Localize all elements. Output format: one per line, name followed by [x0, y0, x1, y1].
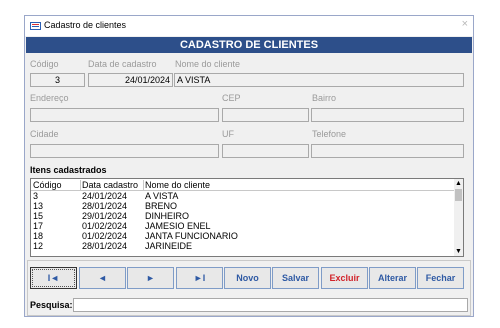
uf-label: UF	[222, 129, 234, 139]
row-nome: DINHEIRO	[145, 211, 190, 221]
codigo-field[interactable]: 3	[30, 73, 85, 87]
row-nome: JARINEIDE	[145, 241, 193, 251]
cep-field[interactable]	[222, 108, 309, 122]
column-header-data[interactable]: Data cadastro	[82, 180, 138, 190]
scroll-thumb[interactable]	[455, 189, 462, 201]
codigo-label: Código	[30, 59, 59, 69]
new-button[interactable]: Novo	[224, 267, 271, 289]
list-header-row: Código Data cadastro Nome do cliente	[31, 180, 456, 190]
list-row[interactable]: 13 28/01/2024 BRENO	[31, 201, 456, 211]
title-bar: Cadastro de clientes ×	[25, 16, 473, 36]
endereco-label: Endereço	[30, 93, 69, 103]
row-codigo: 17	[33, 221, 44, 231]
row-codigo: 3	[33, 191, 39, 201]
clients-list[interactable]: Código Data cadastro Nome do cliente 3 2…	[30, 178, 464, 257]
list-row[interactable]: 17 01/02/2024 JAMESIO ENEL	[31, 221, 456, 231]
previous-record-button[interactable]: ◄	[79, 267, 126, 289]
first-record-button[interactable]: I◄	[30, 267, 77, 289]
close-icon[interactable]: ×	[462, 18, 468, 30]
uf-field[interactable]	[222, 144, 309, 158]
column-divider	[80, 180, 81, 190]
next-record-button[interactable]: ►	[127, 267, 174, 289]
cidade-label: Cidade	[30, 129, 59, 139]
row-data: 28/01/2024	[82, 201, 128, 211]
row-nome: JANTA FUNCIONARIO	[145, 231, 238, 241]
last-record-button[interactable]: ►I	[176, 267, 223, 289]
search-input[interactable]	[73, 298, 468, 312]
row-data: 01/02/2024	[82, 221, 128, 231]
bairro-field[interactable]	[311, 108, 464, 122]
bairro-label: Bairro	[312, 93, 337, 103]
list-row[interactable]: 18 01/02/2024 JANTA FUNCIONARIO	[31, 231, 456, 241]
list-row[interactable]: 3 24/01/2024 A VISTA	[31, 191, 456, 201]
column-header-nome[interactable]: Nome do cliente	[145, 180, 210, 190]
save-button[interactable]: Salvar	[272, 267, 319, 289]
nome-cliente-label: Nome do cliente	[175, 59, 241, 69]
list-scrollbar[interactable]: ▲ ▼	[454, 179, 463, 256]
row-data: 28/01/2024	[82, 241, 128, 251]
column-header-codigo[interactable]: Código	[33, 180, 62, 190]
row-codigo: 13	[33, 201, 44, 211]
window-title: Cadastro de clientes	[44, 20, 127, 30]
edit-button[interactable]: Alterar	[369, 267, 416, 289]
scroll-down-icon[interactable]: ▼	[454, 247, 463, 256]
row-data: 01/02/2024	[82, 231, 128, 241]
cep-label: CEP	[222, 93, 241, 103]
endereco-field[interactable]	[30, 108, 219, 122]
form-header: CADASTRO DE CLIENTES	[26, 37, 472, 53]
row-data: 24/01/2024	[82, 191, 128, 201]
client-form-window: Cadastro de clientes × CADASTRO DE CLIEN…	[24, 15, 474, 317]
list-row[interactable]: 12 28/01/2024 JARINEIDE	[31, 241, 456, 251]
row-codigo: 12	[33, 241, 44, 251]
nome-cliente-field[interactable]: A VISTA	[174, 73, 464, 87]
list-title: Itens cadastrados	[30, 165, 107, 175]
form-icon	[30, 22, 41, 30]
close-button[interactable]: Fechar	[417, 267, 464, 289]
cidade-field[interactable]	[30, 144, 219, 158]
row-codigo: 18	[33, 231, 44, 241]
row-codigo: 15	[33, 211, 44, 221]
delete-button[interactable]: Excluir	[321, 267, 368, 289]
row-nome: A VISTA	[145, 191, 179, 201]
data-cadastro-field[interactable]: 24/01/2024	[88, 73, 173, 87]
row-nome: BRENO	[145, 201, 178, 211]
row-data: 29/01/2024	[82, 211, 128, 221]
list-row[interactable]: 15 29/01/2024 DINHEIRO	[31, 211, 456, 221]
telefone-field[interactable]	[311, 144, 464, 158]
data-cadastro-label: Data de cadastro	[88, 59, 157, 69]
column-divider	[143, 180, 144, 190]
row-nome: JAMESIO ENEL	[145, 221, 211, 231]
telefone-label: Telefone	[312, 129, 347, 139]
scroll-up-icon[interactable]: ▲	[454, 179, 463, 188]
search-label: Pesquisa:	[30, 300, 73, 310]
